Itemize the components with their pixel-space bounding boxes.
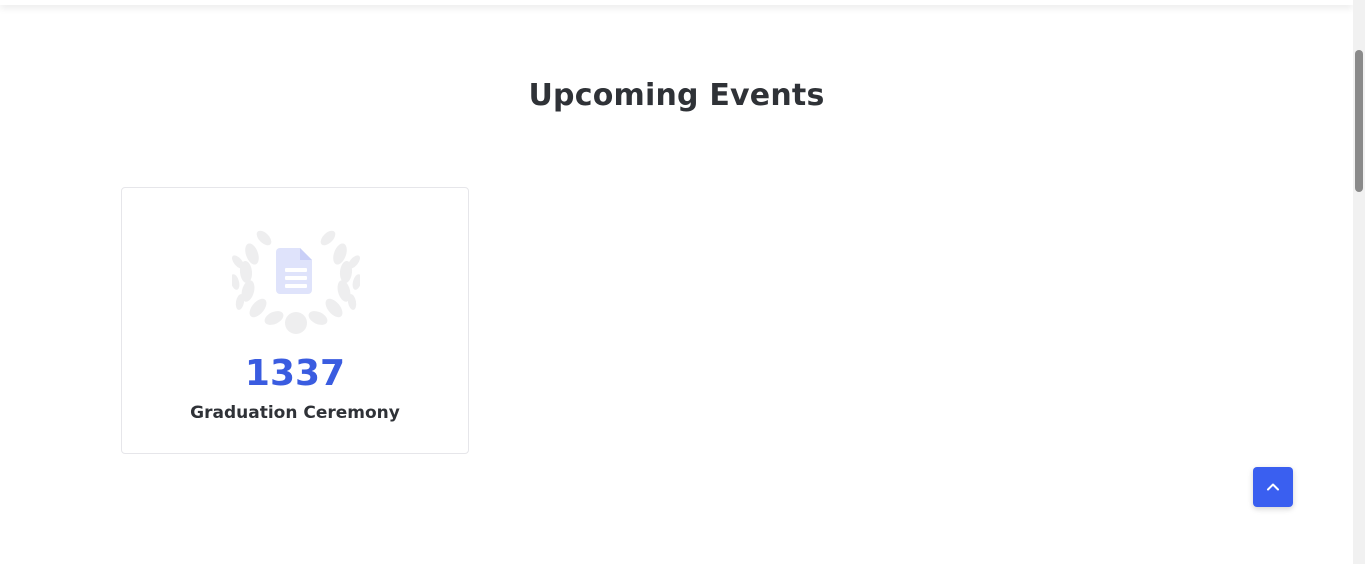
scrollbar-thumb[interactable] [1355,50,1363,192]
document-icon [276,248,312,294]
section-title: Upcoming Events [528,78,825,113]
event-count: 1337 [244,353,346,394]
laurel-wreath-icon [232,230,360,334]
header-shadow [0,0,1353,5]
page: Upcoming Events 1337 Graduation Ceremony [0,0,1365,564]
vertical-scrollbar[interactable] [1353,0,1365,564]
event-card[interactable]: 1337 Graduation Ceremony [121,187,469,454]
back-to-top-button[interactable] [1253,467,1293,507]
event-name: Graduation Ceremony [190,403,400,423]
chevron-up-icon [1267,483,1279,491]
